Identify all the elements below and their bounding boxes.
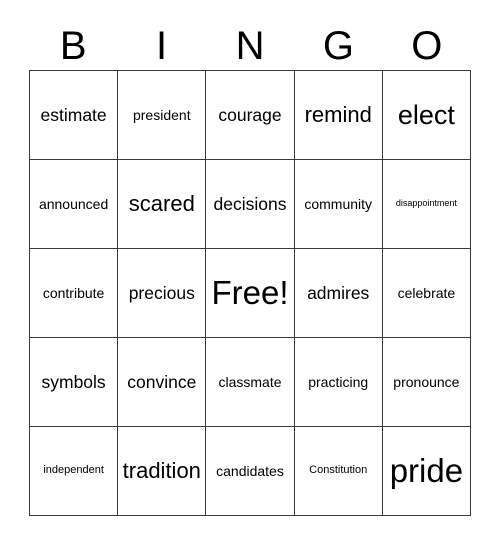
bingo-header-letter-o: O	[411, 24, 443, 68]
bingo-header-row: B I N G O	[29, 22, 471, 70]
bingo-cell-label: remind	[304, 102, 372, 128]
bingo-cell-label: admires	[307, 282, 370, 303]
bingo-cell-label: announced	[38, 195, 109, 212]
bingo-cell-o1[interactable]: elect	[382, 71, 471, 160]
bingo-cell-label: practicing	[308, 373, 369, 390]
bingo-cell-label: Constitution	[309, 464, 368, 477]
bingo-cell-label: community	[304, 195, 373, 212]
bingo-cell-label: pronounce	[393, 373, 460, 390]
bingo-cell-label: precious	[128, 282, 195, 303]
bingo-cell-o5[interactable]: pride	[382, 427, 471, 516]
bingo-cell-label: symbols	[41, 371, 106, 392]
bingo-free-space-label: Free!	[211, 273, 289, 311]
bingo-cell-g3[interactable]: admires	[294, 249, 383, 338]
bingo-cell-g4[interactable]: practicing	[294, 338, 383, 427]
bingo-header-letter-i: I	[156, 24, 168, 68]
bingo-cell-label: elect	[397, 99, 455, 130]
bingo-cell-label: independent	[43, 464, 104, 477]
bingo-cell-b4[interactable]: symbols	[30, 338, 119, 427]
bingo-cell-i3[interactable]: precious	[118, 249, 207, 338]
bingo-cell-n5[interactable]: candidates	[206, 427, 295, 516]
bingo-cell-label: classmate	[218, 373, 282, 390]
bingo-cell-label: scared	[128, 191, 195, 217]
bingo-cell-i1[interactable]: president	[118, 71, 207, 160]
bingo-header-letter-b: B	[59, 24, 87, 68]
bingo-cell-label: convince	[127, 371, 197, 392]
bingo-cell-b2[interactable]: announced	[30, 160, 119, 249]
bingo-cell-b3[interactable]: contribute	[30, 249, 119, 338]
bingo-cell-label: disappointment	[395, 198, 457, 209]
bingo-cell-g5[interactable]: Constitution	[294, 427, 383, 516]
bingo-cell-i2[interactable]: scared	[118, 160, 207, 249]
bingo-cell-i5[interactable]: tradition	[118, 427, 207, 516]
bingo-cell-b5[interactable]: independent	[30, 427, 119, 516]
bingo-cell-label: tradition	[122, 458, 201, 484]
bingo-cell-n4[interactable]: classmate	[206, 338, 295, 427]
bingo-cell-n2[interactable]: decisions	[206, 160, 295, 249]
bingo-cell-o3[interactable]: celebrate	[382, 249, 471, 338]
bingo-cell-label: candidates	[216, 462, 284, 479]
bingo-cell-label: pride	[389, 451, 464, 489]
bingo-cell-label: president	[132, 106, 191, 123]
bingo-cell-free-space[interactable]: Free!	[206, 249, 295, 338]
bingo-cell-o2[interactable]: disappointment	[382, 160, 471, 249]
bingo-card: B I N G O estimate president courage rem…	[0, 0, 500, 544]
bingo-cell-n1[interactable]: courage	[206, 71, 295, 160]
bingo-cell-label: estimate	[40, 104, 107, 125]
bingo-header-letter-n: N	[235, 24, 265, 68]
bingo-cell-label: celebrate	[397, 284, 456, 301]
bingo-cell-b1[interactable]: estimate	[30, 71, 119, 160]
bingo-cell-label: contribute	[42, 284, 105, 301]
bingo-grid: estimate president courage remind elect …	[29, 70, 471, 516]
bingo-cell-i4[interactable]: convince	[118, 338, 207, 427]
bingo-cell-g2[interactable]: community	[294, 160, 383, 249]
bingo-cell-o4[interactable]: pronounce	[382, 338, 471, 427]
bingo-cell-g1[interactable]: remind	[294, 71, 383, 160]
bingo-cell-label: courage	[218, 104, 282, 125]
bingo-header-letter-g: G	[322, 24, 354, 68]
bingo-cell-label: decisions	[213, 193, 287, 214]
